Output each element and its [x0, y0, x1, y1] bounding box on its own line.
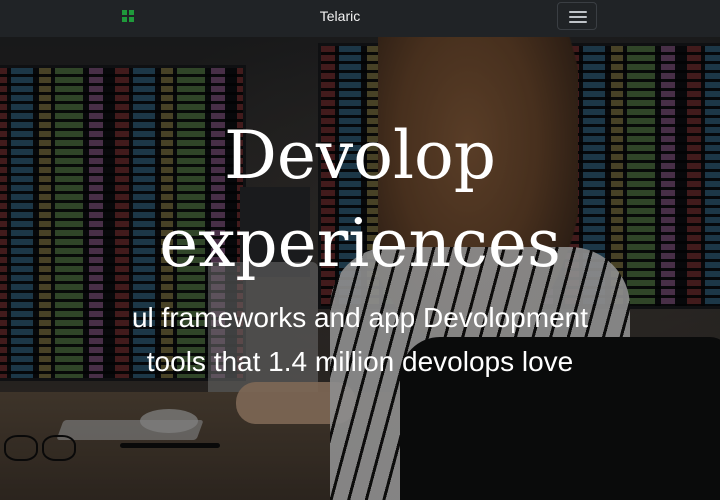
headline-line-1: Devolop [223, 117, 497, 194]
hero-subheadline: ul frameworks and app Devolopment tools … [0, 296, 720, 384]
navbar: Telaric [0, 0, 720, 37]
hamburger-menu-button[interactable] [557, 2, 597, 30]
page: Telaric Devolop experiences ul framework… [0, 0, 720, 500]
subline-line-1: ul frameworks and app Devolopment [131, 302, 588, 333]
hero-headline: Devolop experiences [0, 112, 720, 288]
subline-line-2: tools that 1.4 million devolops love [146, 346, 574, 377]
headline-line-2: experiences [159, 205, 561, 282]
